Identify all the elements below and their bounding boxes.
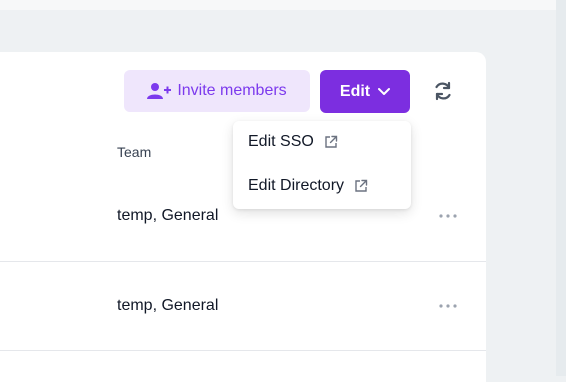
menu-item-edit-directory[interactable]: Edit Directory <box>248 177 368 195</box>
right-panel-edge <box>556 0 566 376</box>
more-options-icon[interactable] <box>438 213 458 219</box>
invite-members-button[interactable]: Invite members <box>124 70 310 112</box>
refresh-icon[interactable] <box>432 80 454 102</box>
external-link-icon <box>355 179 368 192</box>
invite-members-label: Invite members <box>177 82 287 99</box>
top-band <box>0 0 556 10</box>
menu-item-label: Edit Directory <box>248 177 345 194</box>
external-link-icon <box>325 135 338 148</box>
column-header-team[interactable]: Team <box>117 144 151 160</box>
user-plus-icon <box>147 83 172 99</box>
menu-item-label: Edit SSO <box>248 133 314 150</box>
table-row-team-cell: temp, General <box>117 207 219 224</box>
row-divider <box>0 350 486 351</box>
more-options-icon[interactable] <box>438 303 458 309</box>
row-divider <box>0 261 486 262</box>
chevron-down-icon <box>378 87 391 95</box>
edit-button[interactable]: Edit <box>320 70 410 113</box>
edit-dropdown-menu: Edit SSO Edit Directory <box>233 121 411 209</box>
edit-label: Edit <box>339 82 371 100</box>
menu-item-edit-sso[interactable]: Edit SSO <box>248 133 338 151</box>
table-row-team-cell: temp, General <box>117 297 219 314</box>
